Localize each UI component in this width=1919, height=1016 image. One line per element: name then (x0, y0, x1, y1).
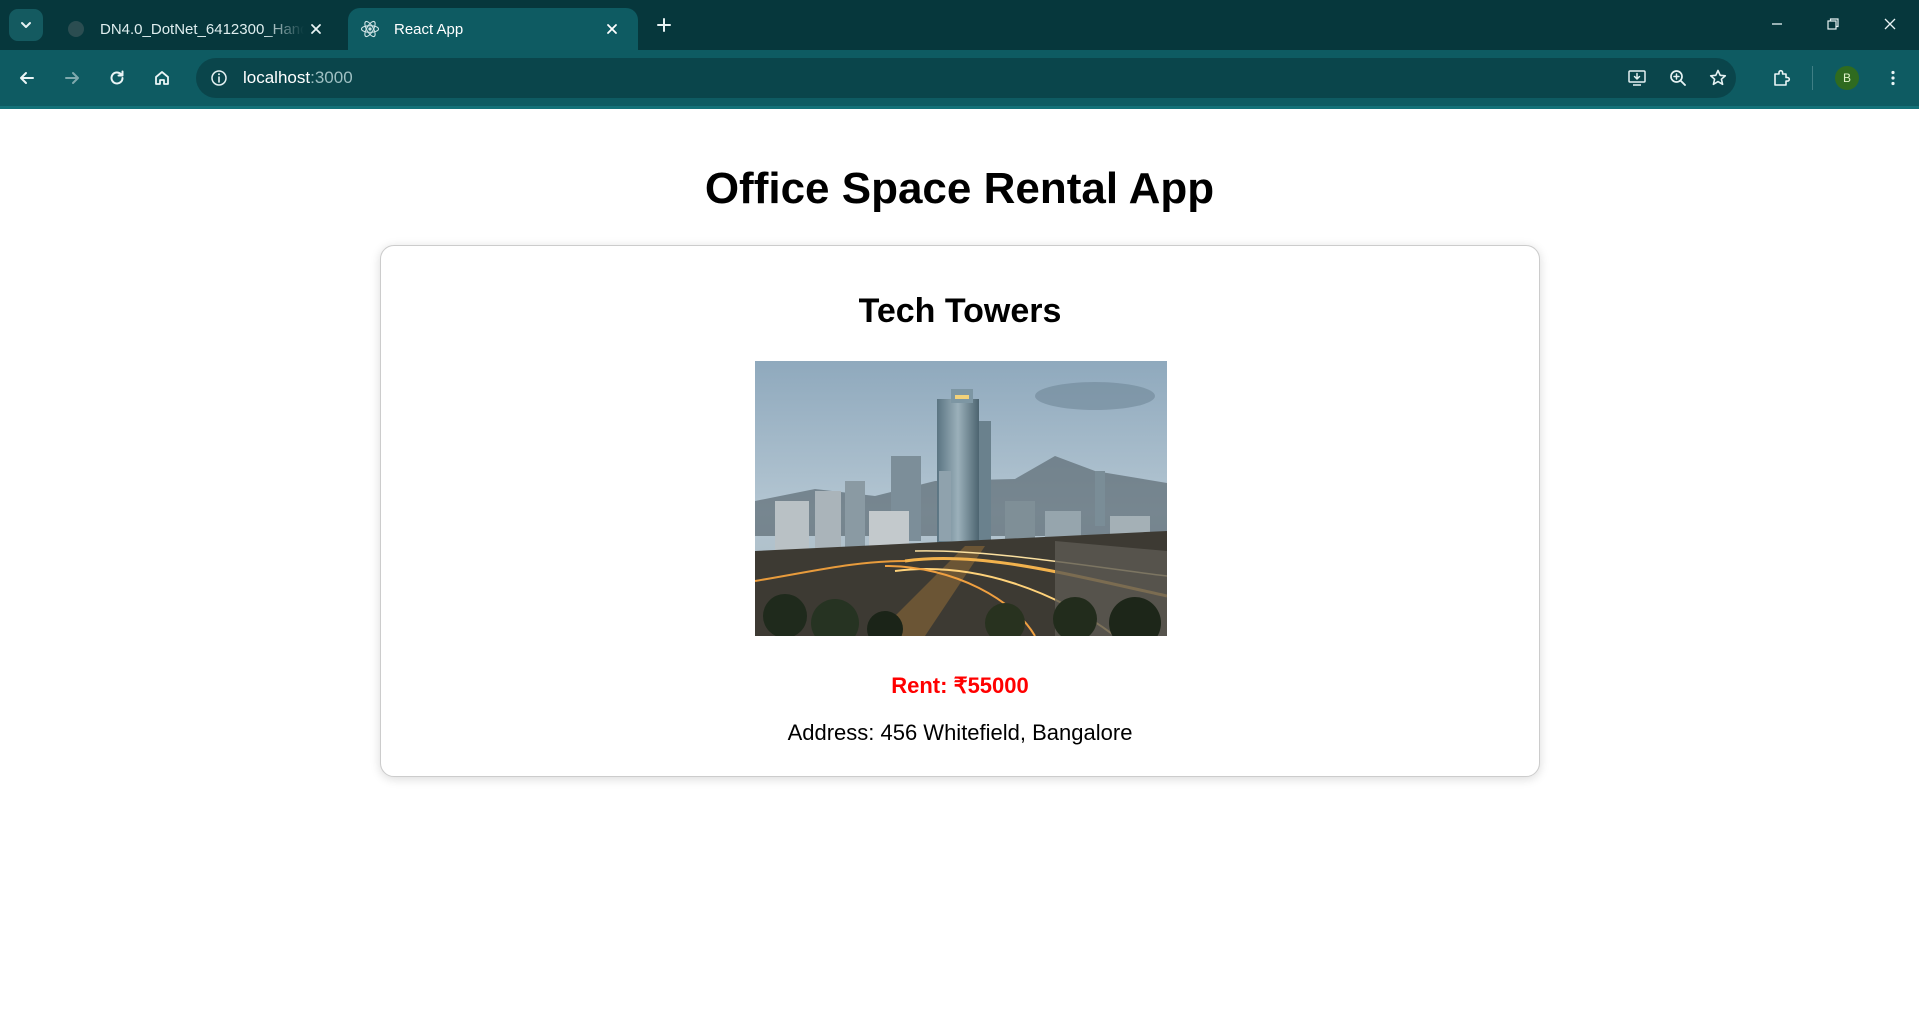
home-button[interactable] (146, 62, 178, 94)
minimize-icon (1772, 23, 1782, 25)
new-tab-button[interactable] (651, 12, 677, 38)
tab-github[interactable]: DN4.0_DotNet_6412300_HandsOn (52, 8, 342, 50)
back-button[interactable] (11, 62, 43, 94)
puzzle-icon (1774, 69, 1791, 86)
plus-icon (657, 18, 671, 32)
tab-react-app[interactable]: React App (348, 8, 638, 50)
forward-button[interactable] (56, 62, 88, 94)
more-vert-icon (1891, 70, 1895, 86)
chevron-down-icon (21, 22, 31, 28)
close-tab-button[interactable] (600, 17, 624, 41)
url-host: localhost (243, 68, 311, 87)
home-icon (155, 71, 169, 85)
reload-icon (110, 70, 124, 85)
arrow-left-icon (20, 72, 34, 84)
star-icon (1709, 69, 1727, 86)
close-icon (311, 24, 321, 34)
browser-toolbar: localhost:3000 B (0, 50, 1919, 106)
url-text[interactable]: localhost:3000 (243, 68, 353, 88)
site-info-icon[interactable] (205, 64, 233, 92)
reload-button[interactable] (101, 62, 133, 94)
url-port: :3000 (310, 68, 353, 87)
toolbar-divider (1812, 66, 1813, 90)
react-icon (360, 19, 380, 39)
menu-button[interactable] (1877, 62, 1909, 94)
zoom-icon (1670, 70, 1686, 86)
rent-text: Rent: ₹55000 (891, 673, 1029, 698)
tab-title: React App (394, 20, 464, 38)
profile-avatar[interactable]: B (1835, 66, 1859, 90)
restore-icon (1827, 18, 1839, 30)
office-card: Tech Towers Rent: ₹55000 Address: 456 Wh… (380, 245, 1540, 777)
arrow-right-icon (65, 72, 79, 84)
bookmark-button[interactable] (1702, 62, 1734, 94)
close-icon (1884, 18, 1896, 30)
github-icon (66, 19, 86, 39)
zoom-button[interactable] (1662, 62, 1694, 94)
tab-strip: DN4.0_DotNet_6412300_HandsOn React App (0, 0, 1919, 50)
tab-title: DN4.0_DotNet_6412300_HandsOn (100, 20, 304, 38)
browser-chrome: DN4.0_DotNet_6412300_HandsOn React App (0, 0, 1919, 109)
close-tab-button[interactable] (304, 17, 328, 41)
address-bar[interactable]: localhost:3000 (196, 58, 1736, 98)
page-content: Office Space Rental App Tech Towers Rent… (0, 109, 1919, 1016)
address-text: Address: 456 Whitefield, Bangalore (787, 720, 1133, 745)
extensions-button[interactable] (1765, 62, 1797, 94)
close-window-button[interactable] (1875, 10, 1905, 38)
tab-search-button[interactable] (9, 9, 43, 41)
install-icon (1628, 70, 1646, 86)
page-title: Office Space Rental App (704, 164, 1215, 213)
install-app-button[interactable] (1621, 62, 1653, 94)
close-icon (607, 24, 617, 34)
restore-button[interactable] (1818, 10, 1848, 38)
office-image (755, 361, 1167, 636)
office-name: Tech Towers (858, 292, 1062, 330)
minimize-button[interactable] (1762, 10, 1792, 38)
